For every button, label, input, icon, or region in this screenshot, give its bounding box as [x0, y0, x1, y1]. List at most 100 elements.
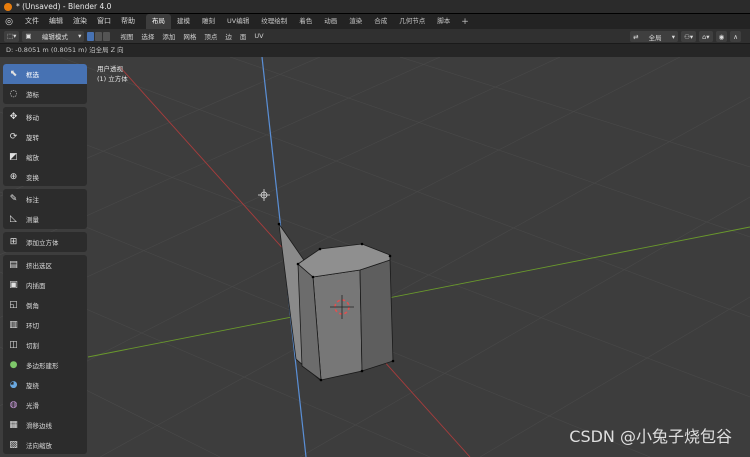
tool-shrink-fatten[interactable]: ▧ 法向缩放	[3, 435, 87, 454]
tool-label: 添加立方体	[26, 239, 59, 248]
tool-measure[interactable]: ◺ 测量	[3, 209, 87, 229]
edge-select-button[interactable]	[95, 31, 103, 41]
snap-dropdown[interactable]: ⌂ ▾	[699, 31, 713, 42]
menu-file[interactable]: 文件	[20, 14, 44, 29]
tool-edge-slide[interactable]: ▦ 滑移边线	[3, 415, 87, 435]
tool-extrude[interactable]: ▤ 挤出选区	[3, 255, 87, 275]
snap-icon: ⌂	[702, 32, 707, 41]
tool-label: 框选	[26, 71, 39, 79]
vertex-select-button[interactable]	[87, 31, 95, 41]
tool-cursor[interactable]: ◌ 游标	[3, 84, 87, 104]
menu-add[interactable]: 添加	[158, 31, 179, 41]
tool-label: 旋绕	[26, 382, 39, 391]
blender-logo-icon[interactable]: ◎	[4, 17, 14, 27]
scale-icon: ◩	[9, 151, 18, 162]
menu-uv[interactable]: UV	[250, 32, 267, 40]
falloff-icon: ∧	[733, 32, 738, 41]
tool-bevel[interactable]: ◱ 倒角	[3, 295, 87, 315]
3d-viewport[interactable]	[0, 57, 750, 457]
tool-move[interactable]: ✥ 移动	[3, 107, 87, 127]
move-gizmo-icon	[258, 189, 270, 201]
tab-layout[interactable]: 布局	[146, 14, 171, 29]
annotate-icon: ✎	[9, 194, 18, 205]
menu-edge[interactable]: 边	[221, 31, 236, 41]
tab-scripting[interactable]: 脚本	[431, 14, 456, 29]
tool-smooth[interactable]: ◍ 光滑	[3, 395, 87, 415]
menu-edit[interactable]: 编辑	[44, 14, 68, 29]
mode-dropdown[interactable]: ▣ 编辑模式 ▾	[22, 30, 85, 42]
rotate-icon: ⟳	[9, 131, 18, 142]
prism-side-face	[359, 259, 394, 372]
proportional-edit-icon: ◉	[718, 32, 725, 41]
tool-label: 变换	[26, 173, 39, 182]
tool-select-box[interactable]: ⬉ 框选	[3, 64, 87, 84]
viewport-scene[interactable]	[0, 57, 750, 457]
tab-modeling[interactable]: 建模	[171, 14, 196, 29]
pivot-dropdown[interactable]: ⚇ ▾	[681, 31, 697, 42]
viewport-overlay-info: 用户透视 (1) 立方体	[97, 64, 128, 84]
tab-animation[interactable]: 动画	[318, 14, 343, 29]
menu-render[interactable]: 渲染	[68, 14, 92, 29]
tool-label: 多边形建形	[26, 362, 59, 371]
tool-group-annotate: ✎ 标注 ◺ 测量	[3, 189, 87, 230]
prism-front-face	[312, 269, 363, 381]
tab-geometry-nodes[interactable]: 几何节点	[393, 14, 431, 29]
measure-icon: ◺	[10, 214, 17, 225]
tool-rotate[interactable]: ⟳ 旋转	[3, 127, 87, 147]
tool-knife[interactable]: ◫ 切割	[3, 335, 87, 355]
face-select-button[interactable]	[103, 31, 111, 41]
tool-shelf: ⬉ 框选 ◌ 游标 ✥ 移动 ⟳ 旋转 ◩ 缩放 ⊕ 变换 ✎ 标注 ◺ 测量 ⊞ 添加立方体 ▤…	[3, 64, 87, 457]
pivot-icon: ⚇	[684, 32, 690, 41]
orientation-dropdown[interactable]: ⇄ 全局 ▾	[630, 31, 679, 42]
blender-app-icon	[4, 2, 12, 11]
loop-cut-icon: ▥	[9, 320, 18, 331]
menu-help[interactable]: 帮助	[116, 14, 140, 29]
menu-select[interactable]: 选择	[137, 31, 158, 41]
add-cube-icon: ⊞	[9, 237, 18, 248]
falloff-dropdown[interactable]: ∧	[730, 31, 741, 42]
tool-spin[interactable]: ◕ 旋绕	[3, 375, 87, 395]
window-titlebar: * (Unsaved) - Blender 4.0	[0, 0, 750, 14]
tool-inset[interactable]: ▣ 内插面	[3, 275, 87, 295]
tab-texture-paint[interactable]: 纹理绘制	[255, 14, 293, 29]
menu-view[interactable]: 视图	[116, 31, 137, 41]
tool-label: 内插面	[26, 282, 46, 291]
tool-group-add: ⊞ 添加立方体	[3, 232, 87, 253]
tab-uv-editing[interactable]: UV编辑	[221, 14, 255, 29]
viewport-header: ⬚ ▾ ▣ 编辑模式 ▾ 视图 选择 添加 网格 顶点 边 面 UV ⇄ 全局 ▾…	[0, 29, 750, 44]
tool-poly-build[interactable]: ● 多边形建形	[3, 355, 87, 375]
mode-label: 编辑模式	[41, 33, 68, 41]
menu-window[interactable]: 窗口	[92, 14, 116, 29]
tool-label: 光滑	[26, 402, 39, 411]
orientation-label: 全局	[648, 33, 662, 42]
tab-sculpting[interactable]: 雕刻	[196, 14, 221, 29]
editor-type-button[interactable]: ⬚ ▾	[4, 30, 20, 42]
tool-label: 切割	[26, 342, 39, 351]
tab-rendering[interactable]: 渲染	[343, 14, 368, 29]
shrink-fatten-icon: ▧	[9, 440, 18, 451]
menu-mesh[interactable]: 网格	[179, 31, 200, 41]
operator-status-line: D: -0.8051 m (0.8051 m) 沿全局 Z 向	[0, 44, 750, 57]
move-icon: ✥	[9, 111, 18, 122]
active-object-name: (1) 立方体	[97, 75, 128, 83]
tool-label: 滑移边线	[26, 422, 52, 431]
view-name: 用户透视	[97, 65, 123, 73]
tool-group-transform: ✥ 移动 ⟳ 旋转 ◩ 缩放 ⊕ 变换	[3, 106, 87, 187]
proportional-edit-button[interactable]: ◉	[715, 31, 728, 42]
tool-scale[interactable]: ◩ 缩放	[3, 147, 87, 167]
menu-face[interactable]: 面	[236, 31, 251, 41]
tool-add-cube[interactable]: ⊞ 添加立方体	[3, 232, 87, 252]
edge-slide-icon: ▦	[9, 420, 18, 431]
tool-transform[interactable]: ⊕ 变换	[3, 167, 87, 187]
header-right-controls: ⇄ 全局 ▾ ⚇ ▾ ⌂ ▾ ◉ ∧	[630, 31, 744, 42]
tool-label: 测量	[26, 216, 39, 225]
tab-shading[interactable]: 着色	[293, 14, 318, 29]
tool-loop-cut[interactable]: ▥ 环切	[3, 315, 87, 335]
tool-label: 倒角	[26, 302, 39, 311]
add-workspace-button[interactable]: +	[456, 17, 474, 27]
menu-vertex[interactable]: 顶点	[200, 31, 221, 41]
tool-annotate[interactable]: ✎ 标注	[3, 189, 87, 209]
top-menubar: ◎ 文件 编辑 渲染 窗口 帮助 布局 建模 雕刻 UV编辑 纹理绘制 着色 动…	[0, 14, 750, 29]
tab-compositing[interactable]: 合成	[368, 14, 393, 29]
extrude-icon: ▤	[9, 260, 18, 271]
